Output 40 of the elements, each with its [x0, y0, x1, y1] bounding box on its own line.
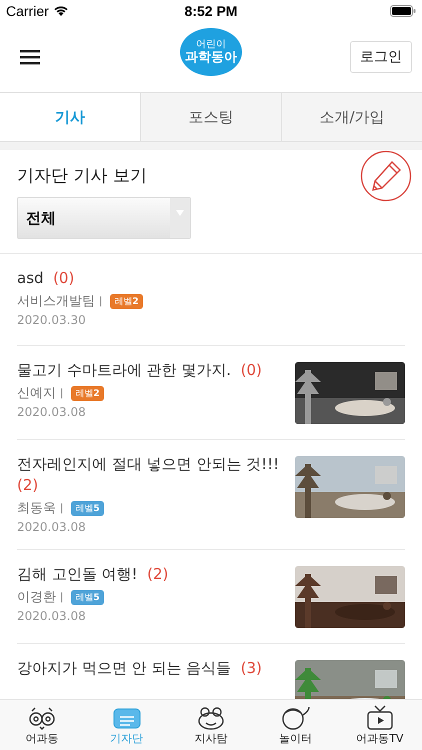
battery-icon — [390, 5, 416, 17]
separator-text: | — [60, 502, 64, 514]
article-title[interactable]: 물고기 수마트라에 관한 몇가지. (0) — [17, 360, 285, 381]
article-date: 2020.03.08 — [17, 609, 87, 623]
separator-text: | — [60, 388, 64, 398]
owl-icon — [27, 704, 58, 730]
filter-dropdown[interactable]: 전체 — [17, 197, 191, 239]
author-name: 서비스개발팀 — [17, 293, 95, 310]
tv-icon — [364, 704, 395, 730]
tab[interactable]: 포스팅 — [140, 93, 281, 141]
author-name: 신예지 — [17, 385, 56, 402]
author-name: 이경환 — [17, 589, 56, 606]
menu-icon[interactable] — [20, 49, 40, 65]
tab-bar-item[interactable]: 어과동TV — [338, 700, 422, 750]
tab[interactable]: 소개/가입 — [281, 93, 422, 141]
clock-text: 8:52 PM — [184, 3, 238, 19]
article-date: 2020.03.08 — [17, 405, 87, 419]
carrier-text: Carrier — [6, 3, 49, 19]
article-title[interactable]: 전자레인지에 절대 넣으면 안되는 것!!! (2) — [17, 454, 285, 496]
tab-bar-item[interactable]: 어과동 — [0, 700, 84, 750]
separator-text: | — [99, 296, 102, 306]
pencil-icon[interactable] — [360, 150, 412, 202]
article-date: 2020.03.30 — [17, 313, 87, 327]
level-badge: 레벨2 — [71, 386, 104, 400]
login-button[interactable]: 로그인 — [350, 41, 412, 73]
separator-text: | — [60, 592, 64, 602]
author-name: 최동욱 — [17, 500, 56, 517]
logo: 어린이 과학동아 — [180, 28, 242, 76]
article-date: 2020.03.08 — [17, 520, 87, 534]
level-badge: 레벨5 — [71, 500, 104, 516]
frog-icon — [196, 704, 226, 730]
article-title[interactable]: asd (0) — [17, 268, 395, 289]
article-title[interactable]: 강아지가 먹으면 안 되는 음식들 (3) — [17, 658, 285, 679]
level-badge: 레벨2 — [110, 294, 143, 308]
level-badge: 레벨5 — [71, 590, 104, 604]
wifi-icon — [52, 5, 69, 17]
tab-bar-item[interactable]: 지사탐 — [168, 700, 254, 750]
section-title: 기자단 기사 보기 — [17, 165, 148, 187]
article-title[interactable]: 김해 고인돌 여행! (2) — [17, 564, 285, 585]
tab-bar-item[interactable]: 놀이터 — [253, 700, 338, 750]
